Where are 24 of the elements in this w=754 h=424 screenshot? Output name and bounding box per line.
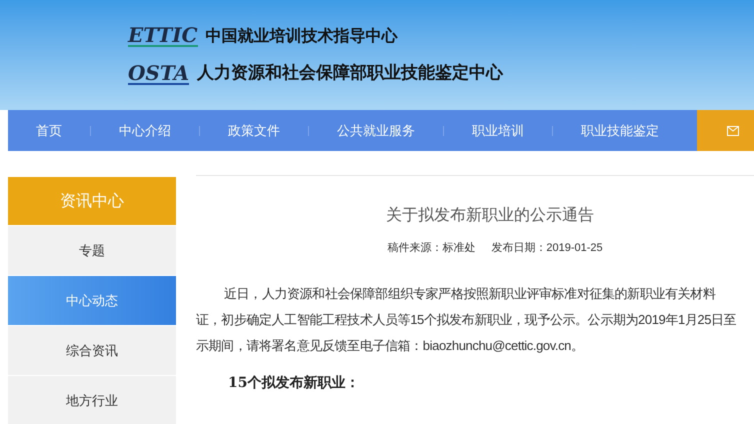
sidebar-item[interactable]: 地方行业 — [8, 376, 176, 424]
article-text-line: 证，初步确定人工智能工程技术人员等15个拟发布新职业，现予公示。公示期为2019年1月25日至 — [196, 310, 736, 328]
article-subheading: 15个拟发布新职业： — [228, 374, 360, 392]
nav-link[interactable]: 职业培训 — [444, 120, 552, 140]
article-source: 稿件来源：标准处 — [387, 241, 476, 256]
envelope-icon — [727, 126, 739, 136]
organization-name: 人力资源和社会保障部职业技能鉴定中心 — [197, 62, 504, 86]
nav-link[interactable]: 政策文件 — [200, 120, 308, 140]
article-text-line: 示期间，请将署名意见反馈至电子信箱：biaozhunchu@cettic.gov.cn。 — [196, 336, 584, 355]
mail-button[interactable] — [697, 110, 754, 151]
article-text-line: 近日，人力资源和社会保障部组织专家严格按照新职业评审标准对征集的新职业有关材料 — [224, 284, 716, 302]
sidebar-item[interactable]: 专题 — [8, 226, 176, 275]
nav-link[interactable]: 职业技能鉴定 — [553, 120, 687, 140]
organization-name: 中国就业培训技术指导中心 — [206, 25, 398, 47]
sidebar-title: 资讯中心 — [8, 177, 176, 225]
nav-link[interactable]: 公共就业服务 — [309, 120, 443, 140]
sidebar-item[interactable]: 综合资讯 — [8, 326, 176, 375]
logo-mark: OSTA — [128, 63, 190, 85]
sidebar-item[interactable]: 中心动态 — [8, 276, 176, 325]
nav-link[interactable]: 中心介绍 — [91, 120, 199, 140]
article-date: 发布日期：2019-01-25 — [491, 241, 603, 256]
nav-link[interactable]: 首页 — [8, 120, 90, 140]
logo-mark: ETTIC — [128, 25, 198, 47]
article-title: 关于拟发布新职业的公示通告 — [385, 206, 595, 226]
